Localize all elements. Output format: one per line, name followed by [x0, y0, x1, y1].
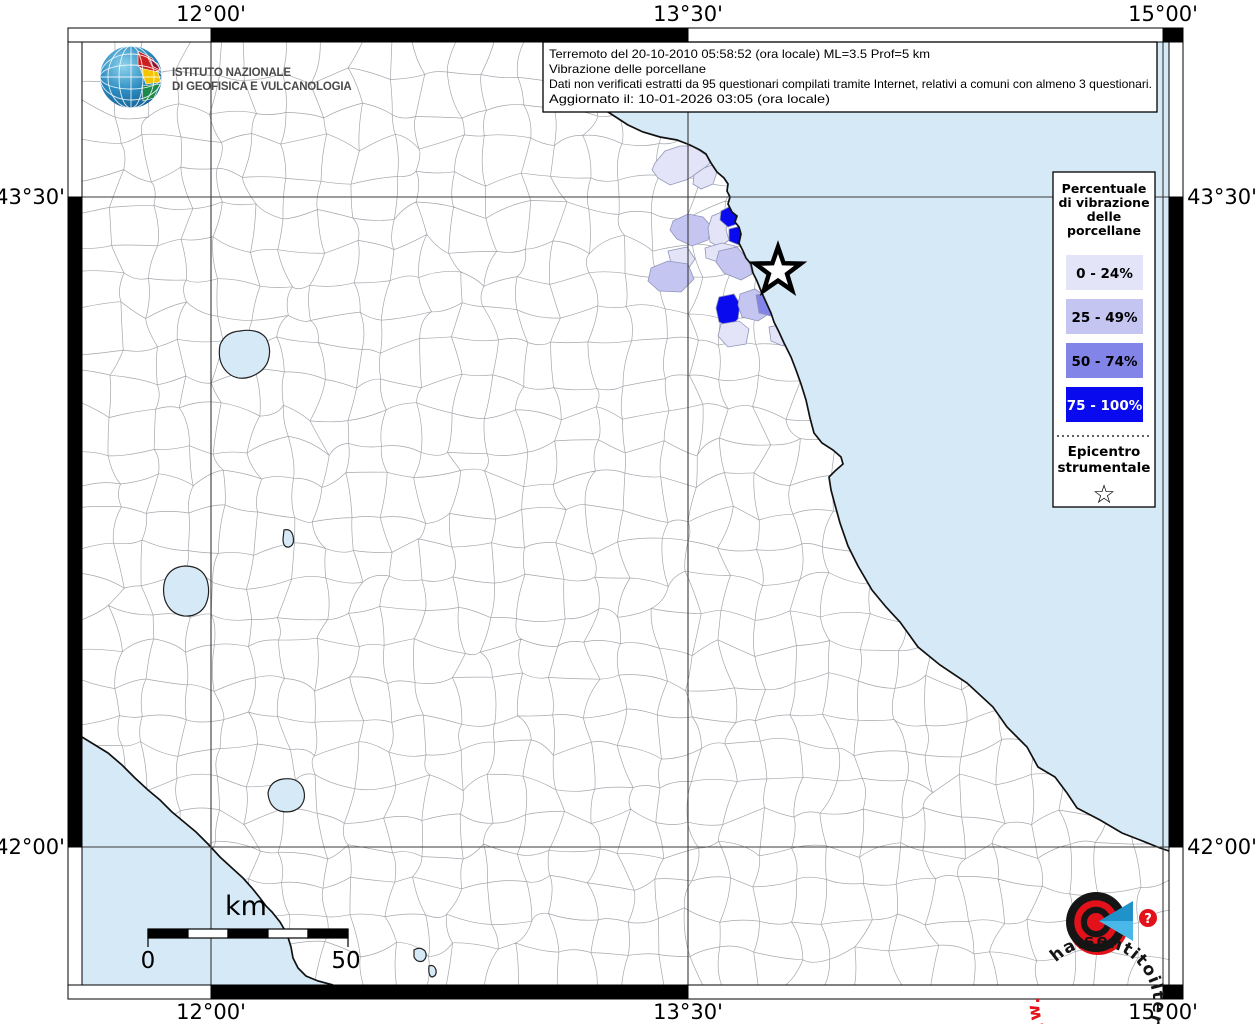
legend-epicenter-line-1: Epicentro — [1068, 444, 1141, 460]
legend-label-75-100: 75 - 100% — [1067, 398, 1143, 414]
lake-bolsena — [162, 565, 210, 617]
scale-bar-start: 0 — [141, 948, 156, 974]
legend-label-25-49: 25 - 49% — [1071, 310, 1138, 326]
title-line-3: Dati non verificati estratti da 95 quest… — [549, 77, 1152, 91]
ingv-name-line-2: DI GEOFISICA E VULCANOLOGIA — [172, 81, 351, 93]
legend-title-line-1: Percentuale — [1062, 181, 1147, 196]
scale-bar-unit: km — [225, 891, 267, 922]
lake-bracciano — [267, 778, 306, 813]
title-line-4: Aggiornato il: 10-01-2026 03:05 (ora loc… — [549, 92, 830, 106]
legend-epicenter-line-2: strumentale — [1058, 460, 1151, 476]
earthquake-intensity-map: 12°00' 13°30' 15°00' 12°00' 13°30' 15°00… — [0, 0, 1256, 1024]
lake-corbara — [282, 529, 295, 548]
legend-star-icon: ☆ — [1092, 480, 1115, 510]
legend-title-line-4: porcellane — [1067, 223, 1141, 238]
title-box: Terremoto del 20-10-2010 05:58:52 (ora l… — [542, 41, 1158, 113]
title-line-2: Vibrazione delle porcellane — [549, 62, 706, 76]
lake-nemi — [428, 964, 437, 978]
right-label-42-00: 42°00' — [1187, 835, 1256, 859]
legend-label-0-24: 0 - 24% — [1076, 266, 1133, 282]
lake-albano — [413, 947, 427, 963]
top-label-15-00: 15°00' — [1128, 2, 1198, 26]
scale-bar-end: 50 — [331, 948, 360, 974]
legend-label-50-74: 50 - 74% — [1071, 354, 1138, 370]
right-label-43-30: 43°30' — [1187, 185, 1256, 209]
site-logo-question-mark: ? — [1144, 912, 1152, 927]
top-label-12-00: 12°00' — [176, 2, 246, 26]
top-label-13-30: 13°30' — [653, 2, 723, 26]
title-line-1: Terremoto del 20-10-2010 05:58:52 (ora l… — [549, 47, 930, 61]
legend-title-line-2: di vibrazione — [1058, 195, 1149, 210]
legend-title-line-3: delle — [1087, 209, 1121, 224]
legend: Percentuale di vibrazione delle porcella… — [1052, 171, 1156, 510]
bottom-label-12-00: 12°00' — [176, 1000, 246, 1024]
left-label-43-30: 43°30' — [0, 185, 65, 209]
bottom-label-13-30: 13°30' — [653, 1000, 723, 1024]
ingv-name-line-1: ISTITUTO NAZIONALE — [172, 67, 291, 79]
left-label-42-00: 42°00' — [0, 835, 65, 859]
